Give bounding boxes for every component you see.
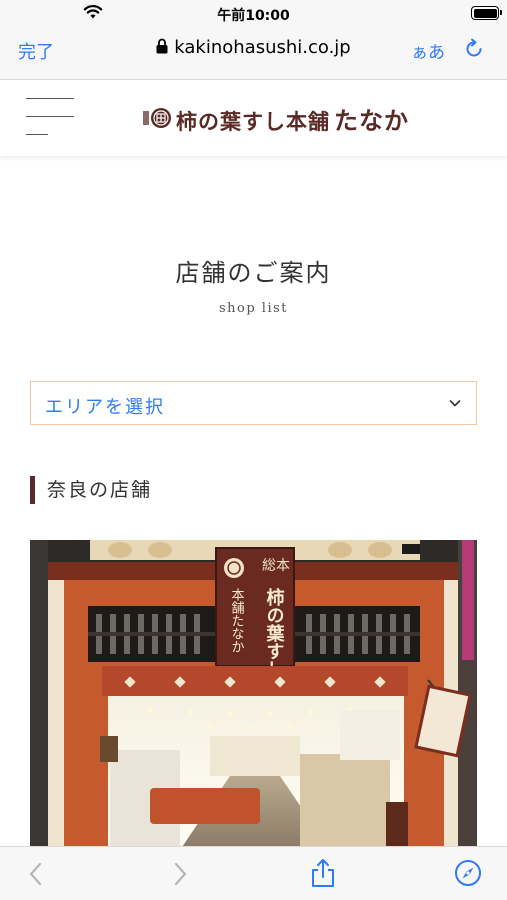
text-size-button[interactable]: ぁあ	[411, 38, 445, 63]
hamburger-menu-button[interactable]	[26, 98, 76, 136]
section-heading: 奈良の店舗	[30, 476, 152, 504]
site-logo[interactable]: 柿の葉すし本舗 たなか	[142, 102, 409, 135]
area-select[interactable]: エリアを選択	[30, 381, 477, 425]
logo-crest-icon	[143, 108, 171, 128]
area-select-value: エリアを選択	[45, 397, 165, 418]
browser-url-bar: 完了 kakinohasushi.co.jp ぁあ	[0, 28, 507, 80]
store-sign-vertical-2: 本舗たなか	[229, 588, 245, 653]
compass-icon[interactable]	[454, 859, 482, 887]
store-sign-vertical-1: 柿の葉すし	[264, 587, 286, 678]
chevron-down-icon	[449, 400, 461, 407]
svg-text:総本: 総本	[262, 558, 290, 574]
page-subtitle: shop list	[218, 301, 289, 316]
forward-icon[interactable]	[170, 861, 190, 887]
page-title: 店舗のご案内	[175, 259, 332, 287]
store-photo[interactable]: 総本 柿の葉すし 本舗たなか	[30, 540, 477, 850]
browser-toolbar	[0, 846, 507, 900]
logo-text: 柿の葉すし本舗 たなか	[176, 105, 409, 135]
status-time: 午前10:00	[217, 8, 290, 24]
share-icon[interactable]	[310, 858, 336, 888]
reload-icon[interactable]	[463, 38, 485, 60]
status-bar: 午前10:00	[0, 0, 507, 28]
store-photo-image: 総本 柿の葉すし 本舗たなか	[30, 540, 477, 850]
back-icon[interactable]	[26, 861, 46, 887]
lock-icon	[156, 38, 168, 54]
url-text: kakinohasushi.co.jp	[174, 37, 351, 58]
battery-icon	[471, 6, 502, 20]
site-header: 柿の葉すし本舗 たなか	[0, 80, 507, 156]
